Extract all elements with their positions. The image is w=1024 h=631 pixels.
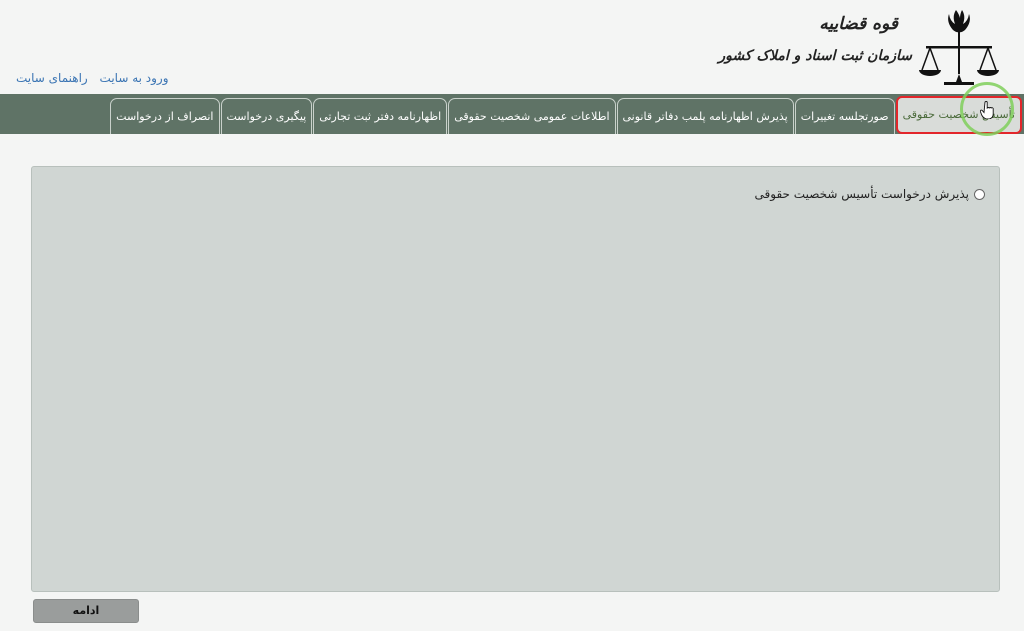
radio-button[interactable] [974, 188, 985, 200]
help-link[interactable]: راهنمای سایت [16, 71, 88, 85]
content-panel: پذیرش درخواست تأسیس شخصیت حقوقی [31, 166, 1000, 592]
org-line-registry: سازمان ثبت اسناد و املاک کشور [718, 48, 912, 64]
top-links: ورود به سایت راهنمای سایت [8, 71, 169, 85]
tab-establish-legal-entity[interactable]: تأسیس شخصیت حقوقی [895, 96, 1022, 134]
hand-pointer-icon [980, 101, 994, 119]
login-link[interactable]: ورود به سایت [100, 71, 169, 85]
org-name: قوه قضاییه سازمان ثبت اسناد و املاک کشور [718, 14, 912, 64]
continue-button[interactable]: ادامه [33, 599, 139, 623]
tab-ledger-seal-declaration[interactable]: پذیرش اظهارنامه پلمب دفاتر قانونی [616, 98, 794, 134]
nav-tabs: تأسیس شخصیت حقوقی صورتجلسه تغییرات پذیرش… [109, 94, 1022, 134]
radio-label: پذیرش درخواست تأسیس شخصیت حقوقی [754, 187, 969, 201]
header-logo: قوه قضاییه سازمان ثبت اسناد و املاک کشور [718, 4, 1002, 92]
main-nav: تأسیس شخصیت حقوقی صورتجلسه تغییرات پذیرش… [0, 94, 1024, 134]
tab-cancel-request[interactable]: انصراف از درخواست [110, 98, 220, 134]
tab-commercial-register-declaration[interactable]: اظهارنامه دفتر ثبت تجارتی [313, 98, 448, 134]
tab-legal-entity-general-info[interactable]: اطلاعات عمومی شخصیت حقوقی [448, 98, 616, 134]
org-line-judiciary: قوه قضاییه [819, 14, 898, 34]
accept-establish-request-option[interactable]: پذیرش درخواست تأسیس شخصیت حقوقی [755, 187, 985, 201]
page: قوه قضاییه سازمان ثبت اسناد و املاک کشور… [0, 0, 1024, 631]
iran-emblem-scales-icon [919, 10, 999, 85]
tab-track-request[interactable]: پیگیری درخواست [220, 98, 313, 134]
tab-change-minutes[interactable]: صورتجلسه تغییرات [794, 98, 895, 134]
